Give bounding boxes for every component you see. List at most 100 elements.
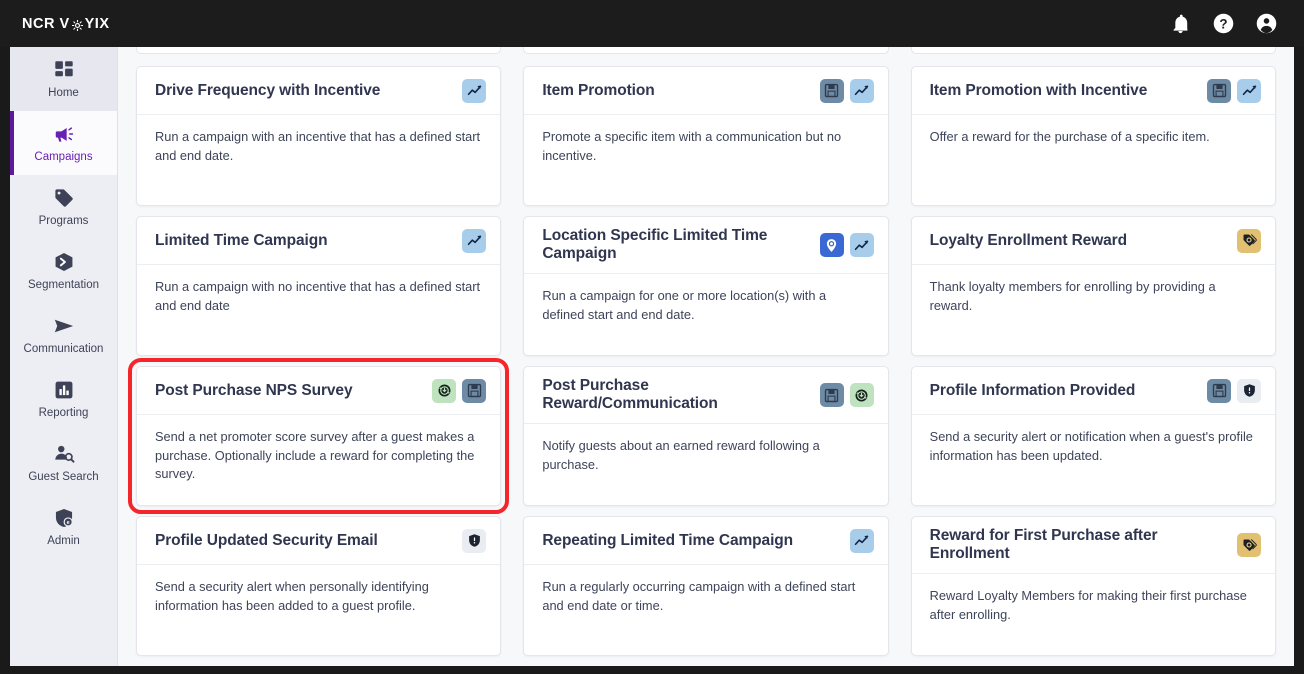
sidebar-item-reporting[interactable]: Reporting — [10, 367, 117, 431]
partial-card[interactable] — [910, 47, 1276, 54]
card-header: Reward for First Purchase after Enrollme… — [911, 517, 1275, 574]
loyalty-tag-icon — [1237, 228, 1261, 253]
sidebar-item-label: Home — [48, 86, 79, 99]
card-title: Drive Frequency with Incentive — [155, 81, 381, 99]
sidebar-item-label: Segmentation — [28, 278, 99, 291]
svg-text:e: e — [66, 520, 69, 526]
ncr-voyix-logo[interactable]: NCR V YIX — [10, 16, 110, 32]
campaign-template-card[interactable]: Location Specific Limited Time Campaign R… — [523, 216, 889, 356]
sidebar-item-segmentation[interactable]: Segmentation — [10, 239, 117, 303]
card-header: Profile Updated Security Email — [137, 517, 501, 565]
sidebar-item-communication[interactable]: Communication — [10, 303, 117, 367]
save-icon — [1207, 378, 1231, 403]
card-badge-group — [462, 528, 487, 553]
notifications-icon[interactable] — [1169, 12, 1192, 35]
campaign-template-card[interactable]: Loyalty Enrollment Reward Thank loyalty m… — [910, 216, 1276, 356]
card-description: Notify guests about an earned reward fol… — [542, 438, 820, 472]
card-badge-group — [1237, 533, 1261, 557]
card-header: Post Purchase Reward/Communication — [524, 367, 888, 424]
sidebar-navigation: Home Campaigns Programs Segmentation Com… — [10, 47, 118, 666]
card-description: Run a campaign with no incentive that ha… — [155, 279, 481, 313]
reward-refresh-icon — [432, 378, 457, 403]
campaign-template-card[interactable]: Item Promotion Promote a specific item wi… — [523, 66, 889, 206]
reward-refresh-icon — [849, 383, 874, 407]
sidebar-item-guest-search[interactable]: Guest Search — [10, 431, 117, 495]
card-title: Repeating Limited Time Campaign — [542, 531, 794, 549]
campaign-template-card[interactable]: Limited Time Campaign Run a campaign with… — [136, 216, 502, 356]
campaign-template-card[interactable]: Profile Information Provided Send a secur… — [910, 366, 1276, 506]
sidebar-item-label: Guest Search — [28, 470, 99, 483]
sidebar-item-admin[interactable]: e Admin — [10, 495, 117, 559]
sidebar-item-campaigns[interactable]: Campaigns — [10, 111, 117, 175]
campaign-template-card[interactable]: Post Purchase Reward/Communication Notify… — [523, 366, 889, 506]
card-description: Run a campaign with an incentive that ha… — [155, 129, 481, 163]
card-title: Limited Time Campaign — [155, 231, 328, 249]
card-badge-group — [819, 233, 874, 257]
send-icon — [53, 315, 75, 337]
sidebar-item-programs[interactable]: Programs — [10, 175, 117, 239]
card-title: Item Promotion — [542, 81, 655, 99]
card-description: Send a security alert or notification wh… — [929, 429, 1253, 463]
card-description: Send a net promoter score survey after a… — [155, 429, 475, 482]
tag-icon — [53, 187, 75, 209]
card-badge-group — [462, 78, 487, 103]
card-description: Send a security alert when personally id… — [155, 579, 429, 613]
account-icon[interactable] — [1255, 12, 1278, 35]
card-title: Location Specific Limited Time Campaign — [542, 227, 768, 262]
card-header: Drive Frequency with Incentive — [137, 67, 501, 115]
location-pin-icon — [819, 233, 844, 257]
grid-icon — [53, 59, 75, 81]
trending-up-icon — [462, 228, 487, 253]
campaign-template-card[interactable]: Reward for First Purchase after Enrollme… — [910, 516, 1276, 656]
card-badge-group — [1207, 378, 1261, 403]
voyix-o-mark-icon — [71, 19, 83, 32]
sidebar-item-label: Programs — [38, 214, 89, 227]
partial-card[interactable] — [523, 47, 889, 54]
card-title: Profile Information Provided — [929, 381, 1136, 399]
card-header: Limited Time Campaign — [137, 217, 501, 265]
trending-up-icon — [1237, 78, 1261, 103]
partial-card[interactable] — [136, 47, 502, 54]
card-badge-group — [819, 383, 874, 407]
help-icon[interactable]: ? — [1212, 12, 1235, 35]
card-title: Post Purchase Reward/Communication — [542, 377, 718, 412]
card-header: Post Purchase NPS Survey — [137, 367, 501, 415]
topbar-actions: ? — [1169, 12, 1290, 35]
card-header: Item Promotion with Incentive — [911, 67, 1275, 115]
person-search-icon — [53, 443, 75, 465]
campaign-template-card[interactable]: Repeating Limited Time Campaign Run a reg… — [523, 516, 889, 656]
campaign-template-card[interactable]: Drive Frequency with Incentive Run a camp… — [136, 66, 502, 206]
card-badge-group — [1207, 78, 1261, 103]
card-header: Profile Information Provided — [911, 367, 1275, 415]
card-title: Post Purchase NPS Survey — [155, 381, 353, 399]
sidebar-item-label: Campaigns — [34, 150, 93, 163]
campaign-template-card[interactable]: Profile Updated Security Email Send a sec… — [136, 516, 502, 656]
campaign-template-gallery: Drive Frequency with Incentive Run a camp… — [118, 47, 1294, 666]
card-badge-group — [819, 78, 874, 103]
admin-shield-icon: e — [53, 507, 75, 529]
partial-card-row-top — [136, 47, 1276, 54]
megaphone-icon — [53, 123, 75, 145]
sidebar-item-label: Admin — [47, 534, 80, 547]
card-description: Run a campaign for one or more location(… — [542, 288, 827, 322]
card-title: Reward for First Purchase after Enrollme… — [929, 527, 1158, 562]
loyalty-tag-icon — [1237, 533, 1261, 557]
card-header: Item Promotion — [524, 67, 888, 115]
save-icon — [819, 78, 844, 103]
card-badge-group — [462, 228, 487, 253]
bar-chart-icon — [53, 379, 75, 401]
app-body: Home Campaigns Programs Segmentation Com… — [10, 47, 1294, 666]
application-window: NCR V YIX ? Home Campaigns Programs Segm… — [0, 0, 1304, 674]
card-header: Loyalty Enrollment Reward — [911, 217, 1275, 265]
sidebar-item-label: Reporting — [38, 406, 89, 419]
card-title: Item Promotion with Incentive — [929, 81, 1148, 99]
campaign-template-card[interactable]: Post Purchase NPS Survey Send a net promo… — [136, 366, 502, 506]
card-description: Thank loyalty members for enrolling by p… — [929, 279, 1216, 313]
card-description: Promote a specific item with a communica… — [542, 129, 842, 163]
card-header: Location Specific Limited Time Campaign — [524, 217, 888, 274]
save-icon — [462, 378, 487, 403]
campaign-template-card[interactable]: Item Promotion with Incentive Offer a rew… — [910, 66, 1276, 206]
sidebar-item-home[interactable]: Home — [10, 47, 117, 111]
card-title: Profile Updated Security Email — [155, 531, 378, 549]
top-bar: NCR V YIX ? — [0, 0, 1304, 47]
